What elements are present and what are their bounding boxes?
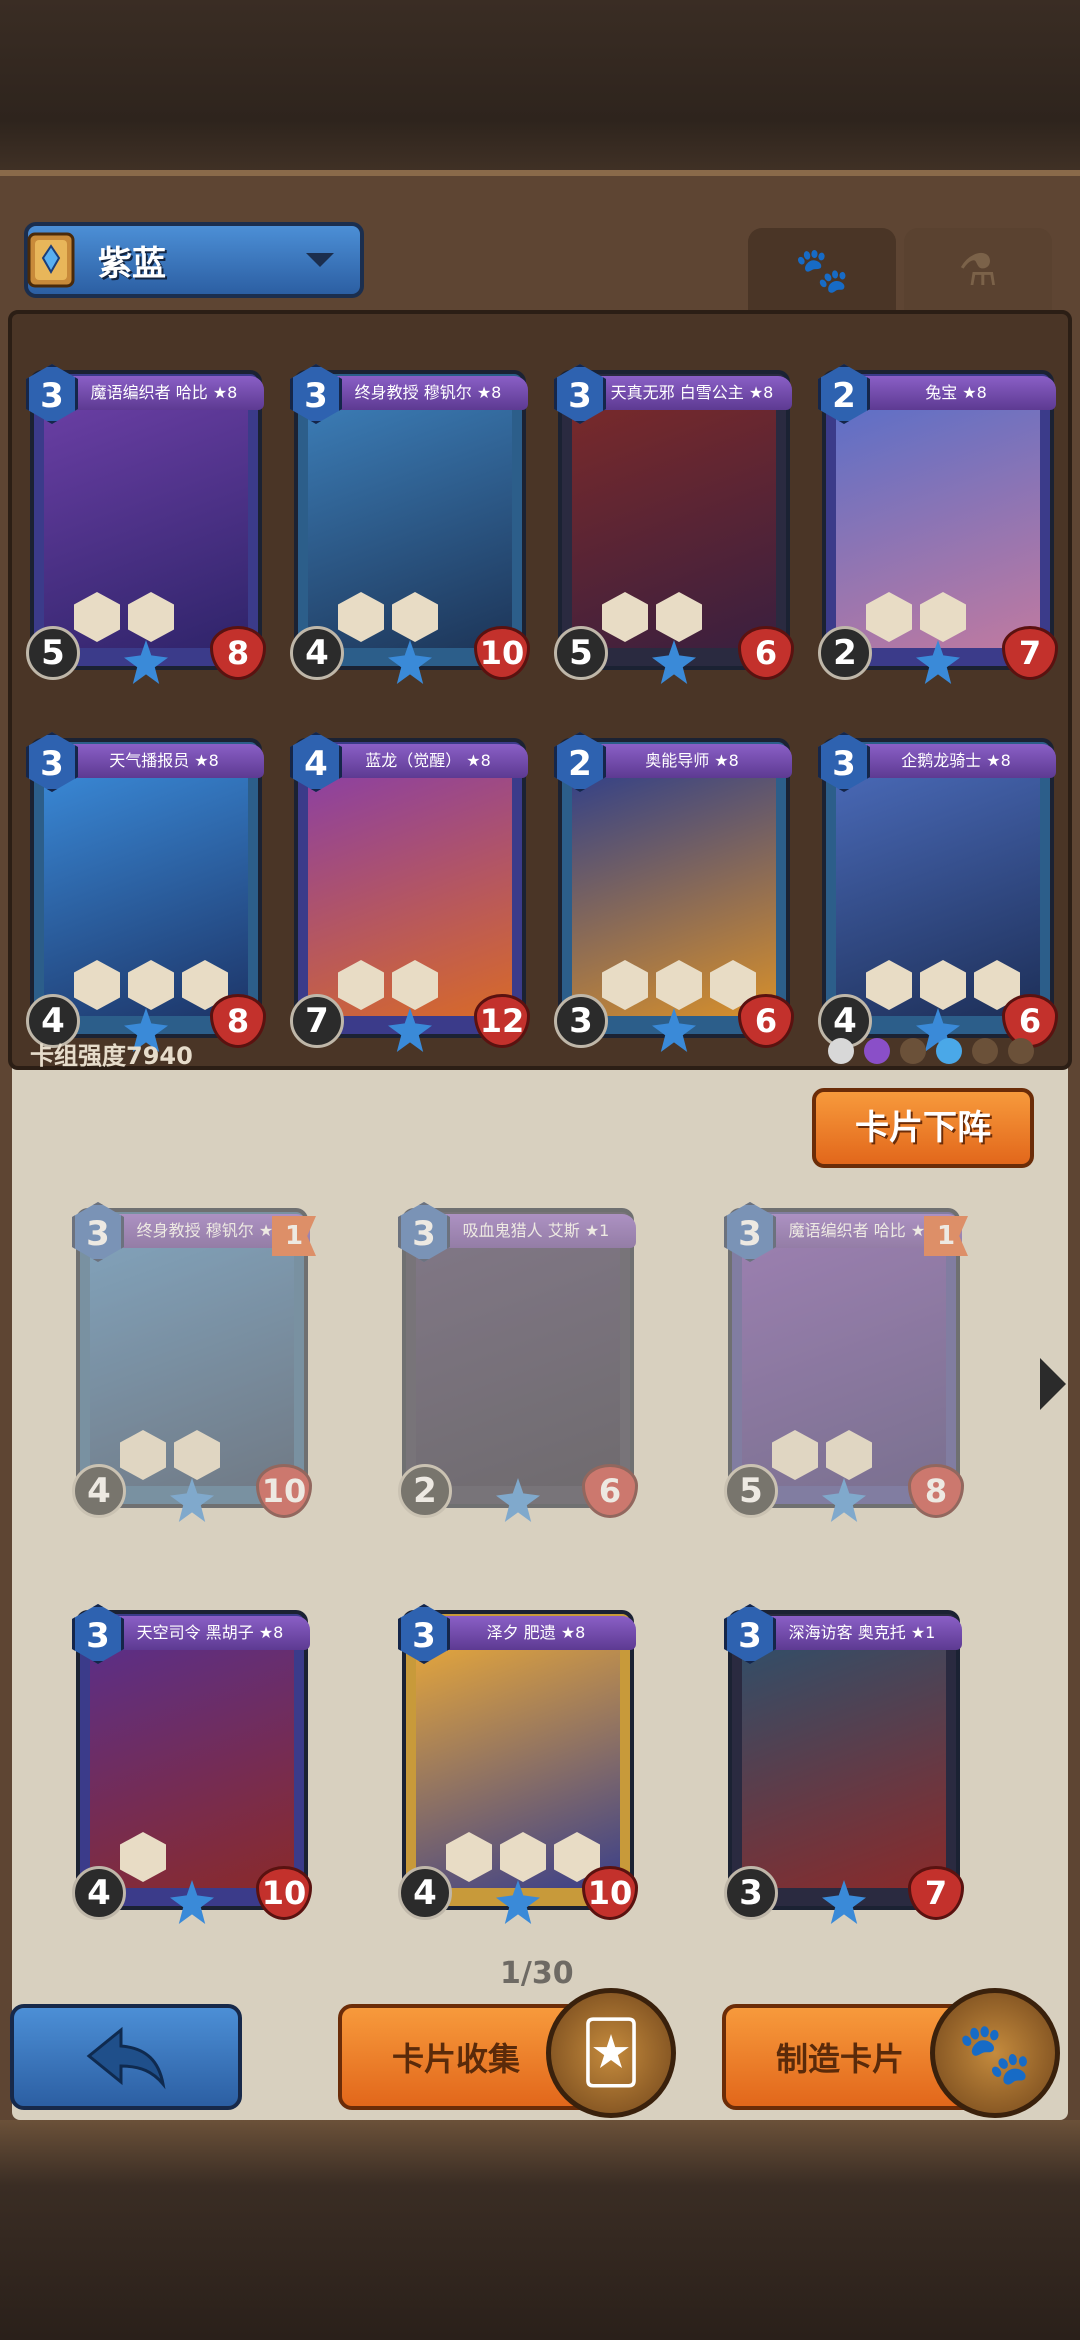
card-attack: 4 [72,1866,126,1920]
deck-card[interactable]: 奥能导师 ★8 2 3 6 [554,732,794,1052]
card-health: 12 [474,994,530,1048]
card-attack: 5 [554,626,608,680]
card-abilities [120,1430,220,1480]
card-attack: 4 [72,1464,126,1518]
craft-card-label: 制造卡片 [776,2040,905,2078]
card-attack: 5 [26,626,80,680]
deck-card[interactable]: 天真无邪 白雪公主 ★8 3 5 6 [554,364,794,684]
collection-card[interactable]: 魔语编织者 哈比 ★8 3 1 5 8 [724,1202,968,1522]
deck-name: 紫蓝 [98,243,166,284]
element-filters[interactable] [828,1038,1034,1064]
collection-card[interactable]: 深海访客 奥克托 ★1 3 3 7 [724,1604,964,1924]
arcane-filter-icon[interactable] [864,1038,890,1064]
card-health: 10 [474,626,530,680]
card-title: 吸血鬼猎人 艾斯 ★1 [436,1214,636,1248]
card-title: 奥能导师 ★8 [592,744,792,778]
card-attack: 3 [554,994,608,1048]
remove-card-button[interactable]: 卡片下阵 [812,1088,1034,1168]
next-page-arrow-icon[interactable] [1040,1358,1066,1410]
card-health: 10 [256,1464,312,1518]
card-abilities [446,1832,600,1882]
card-title: 蓝龙（觉醒） ★8 [328,744,528,778]
tab-potion[interactable]: ⚗ [904,228,1052,312]
craft-card-icon[interactable]: 🐾 [930,1988,1060,2118]
card-title: 深海访客 奥克托 ★1 [762,1616,962,1650]
card-title: 天空司令 黑胡子 ★8 [110,1616,310,1650]
card-attack: 4 [398,1866,452,1920]
deck-card[interactable]: 终身教授 穆钒尔 ★8 3 4 10 [290,364,530,684]
collection-card[interactable]: 泽夕 肥遗 ★8 3 4 10 [398,1604,638,1924]
page-indicator: 1/30 [500,1956,574,1991]
card-attack: 5 [724,1464,778,1518]
paw-icon: 🐾 [794,245,850,296]
card-title: 天气播报员 ★8 [64,744,264,778]
deck-selector[interactable]: 紫蓝 [24,222,364,298]
card-attack: 2 [818,626,872,680]
card-abilities [338,960,438,1010]
collection-card[interactable]: 天空司令 黑胡子 ★8 3 4 10 [72,1604,312,1924]
deck-card[interactable]: 天气播报员 ★8 3 4 8 [26,732,266,1052]
card-book-icon: 🃏 [580,2018,642,2088]
back-button[interactable] [10,2004,242,2110]
potion-icon: ⚗ [958,244,998,296]
card-collection-label: 卡片收集 [392,2040,521,2078]
chevron-down-icon [306,253,334,267]
card-title: 终身教授 穆钒尔 ★8 [328,376,528,410]
card-title: 兔宝 ★8 [856,376,1056,410]
back-arrow-icon [86,2026,166,2090]
card-abilities [74,960,228,1010]
bottom-wood-border [0,2120,1080,2340]
collection-card[interactable]: 吸血鬼猎人 艾斯 ★1 3 2 6 [398,1202,638,1522]
deck-book-icon [18,222,88,298]
neutral-filter-icon[interactable] [828,1038,854,1064]
card-attack: 7 [290,994,344,1048]
card-abilities [120,1832,166,1882]
earth-filter-icon[interactable] [900,1038,926,1064]
card-title: 企鹅龙骑士 ★8 [856,744,1056,778]
card-attack: 3 [724,1866,778,1920]
deck-card[interactable]: 魔语编织者 哈比 ★8 3 5 8 [26,364,266,684]
card-title: 魔语编织者 哈比 ★8 [64,376,264,410]
collection-card[interactable]: 终身教授 穆钒尔 ★8 3 1 4 10 [72,1202,316,1522]
card-art [742,1638,946,1888]
card-abilities [602,592,702,642]
card-title: 天真无邪 白雪公主 ★8 [592,376,792,410]
card-title: 泽夕 肥遗 ★8 [436,1616,636,1650]
dragon-filter-icon[interactable] [972,1038,998,1064]
card-attack: 2 [398,1464,452,1518]
card-health: 10 [256,1866,312,1920]
card-art [416,1236,620,1486]
card-abilities [74,592,174,642]
tab-pet[interactable]: 🐾 [748,228,896,312]
card-abilities [338,592,438,642]
deck-strength: 卡组强度7940 [30,1042,193,1070]
deck-card[interactable]: 兔宝 ★8 2 2 7 [818,364,1058,684]
card-abilities [602,960,756,1010]
deck-card[interactable]: 蓝龙（觉醒） ★8 4 7 12 [290,732,530,1052]
card-attack: 4 [290,626,344,680]
fire-filter-icon[interactable] [1008,1038,1034,1064]
card-abilities [772,1430,872,1480]
paw-jar-icon: 🐾 [957,2018,1033,2089]
card-collection-icon[interactable]: 🃏 [546,1988,676,2118]
card-health: 10 [582,1866,638,1920]
water-filter-icon[interactable] [936,1038,962,1064]
card-abilities [866,592,966,642]
deck-card[interactable]: 企鹅龙骑士 ★8 3 4 6 [818,732,1058,1052]
card-abilities [866,960,1020,1010]
